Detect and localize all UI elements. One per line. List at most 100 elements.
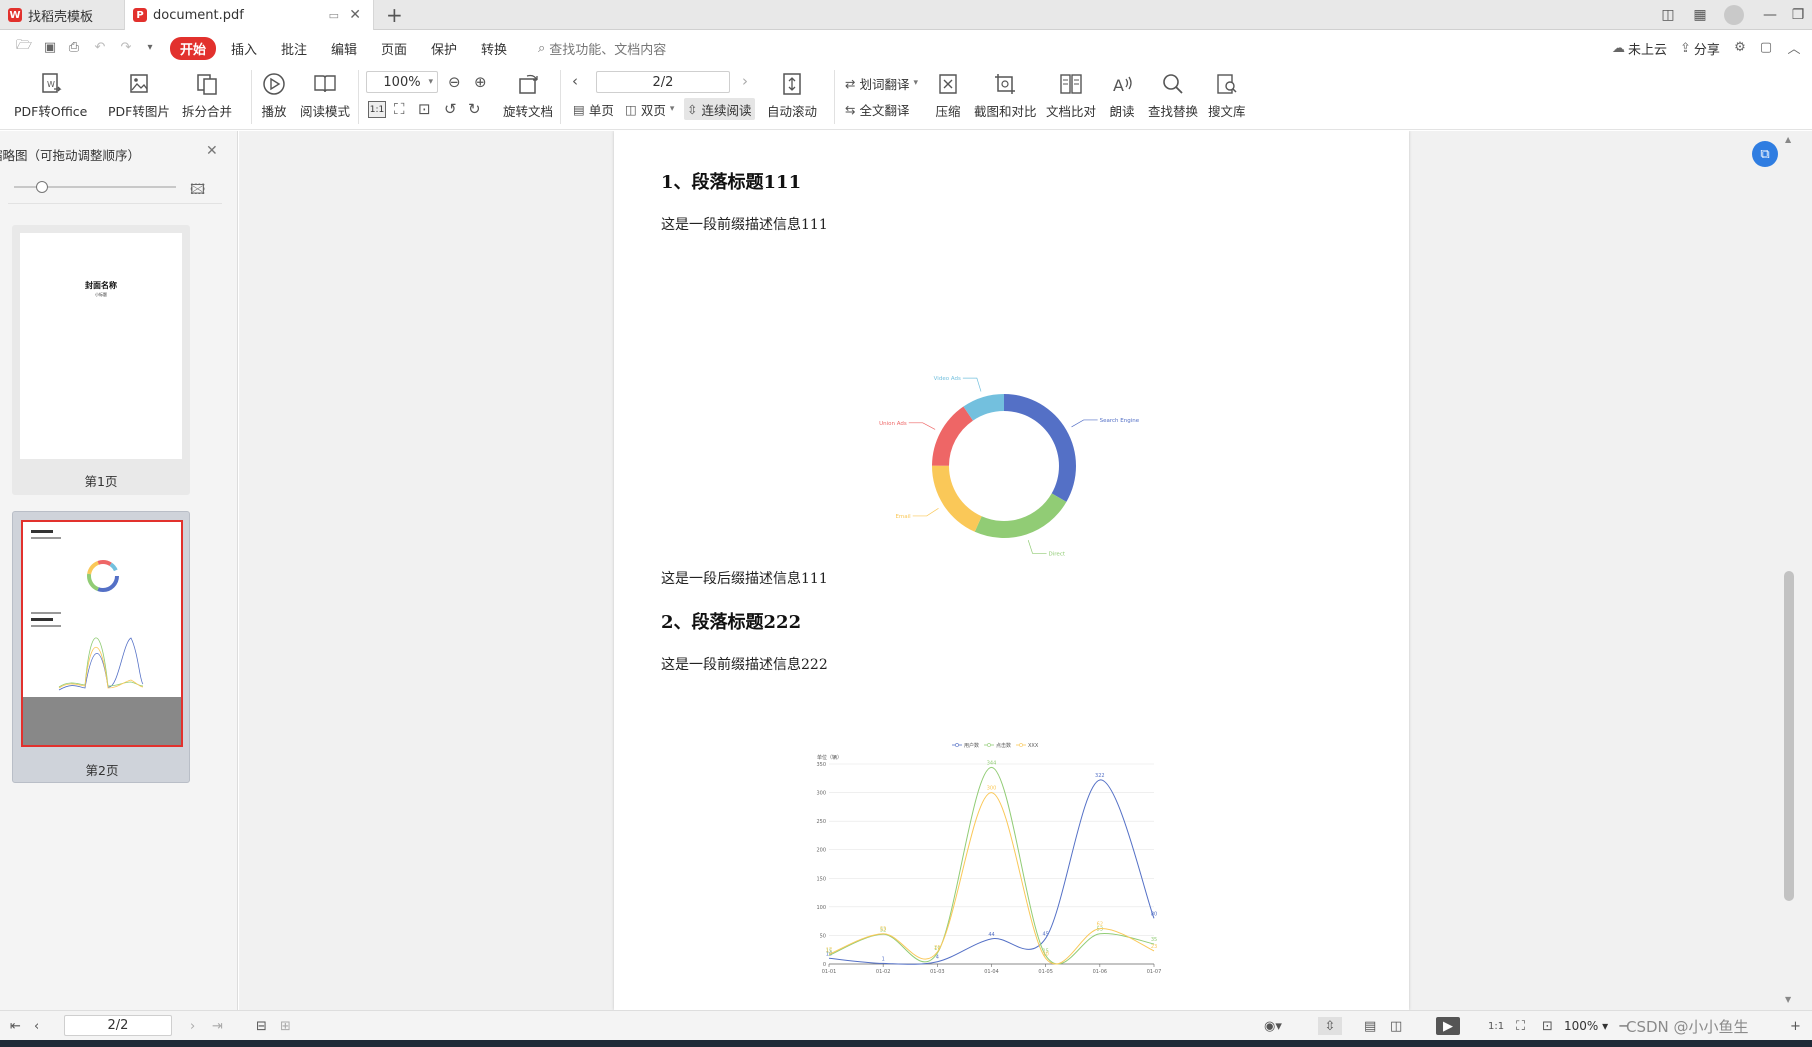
data-label: 300 <box>987 786 997 792</box>
slice-label: Video Ads <box>934 376 961 382</box>
undo-icon[interactable]: ↶ <box>92 40 108 55</box>
settings-icon[interactable]: ⚙ <box>1732 40 1748 55</box>
auto-scroll-button[interactable]: 自动滚动 <box>767 70 817 120</box>
menu-start[interactable]: 开始 <box>170 37 217 60</box>
avatar[interactable] <box>1716 0 1752 30</box>
compress-button[interactable]: 压缩 <box>934 70 962 120</box>
find-replace-button[interactable]: 查找替换 <box>1148 70 1198 120</box>
continuous-read-button[interactable]: ⇳ 连续阅读 <box>684 98 755 120</box>
double-page-mode-icon[interactable]: ◫ <box>1390 1017 1402 1035</box>
next-page-icon[interactable]: › <box>190 1017 195 1035</box>
monitor-icon[interactable]: ▭ <box>329 9 339 22</box>
double-page-label: 双页 <box>640 102 666 118</box>
play-button[interactable]: 播放 <box>260 70 288 120</box>
search-library-button[interactable]: 搜文库 <box>1208 70 1246 120</box>
pdf-to-image-button[interactable]: PDF转图片 <box>108 70 170 120</box>
fit-width-icon[interactable]: ⊡ <box>418 100 431 118</box>
fit-width-icon[interactable]: ⊡ <box>1542 1017 1553 1035</box>
play-icon[interactable]: ▶ <box>1436 1017 1460 1035</box>
zoom-select[interactable]: 100% ▾ <box>1564 1017 1608 1035</box>
search-box[interactable]: ⌕ 查找功能、文档内容 <box>538 39 666 58</box>
prev-page-icon[interactable]: ‹ <box>34 1017 39 1035</box>
print-icon[interactable]: ⎙ <box>66 40 82 55</box>
last-page-icon[interactable]: ⇥ <box>212 1017 223 1035</box>
screenshot-compare-button[interactable]: 截图和对比 <box>974 70 1037 120</box>
document-view[interactable]: 1、段落标题111 这是一段前缀描述信息111 Search Engine Dir… <box>239 131 1812 1010</box>
status-page-input[interactable]: 2/2 <box>64 1015 172 1036</box>
slider-handle[interactable] <box>36 181 48 193</box>
new-tab-button[interactable]: + <box>378 0 411 30</box>
eye-protection-icon[interactable]: ◉▾ <box>1264 1017 1282 1035</box>
single-page-mode-icon[interactable]: ▤ <box>1364 1017 1376 1035</box>
floating-tool-icon[interactable]: ⧉ <box>1752 141 1778 167</box>
data-label: 21 <box>934 945 940 951</box>
menu-edit[interactable]: 编辑 <box>331 39 357 58</box>
word-translate-button[interactable]: ⇄ 划词翻译 ▾ <box>842 72 921 94</box>
page-input[interactable]: 2/2 <box>596 71 730 93</box>
share-button[interactable]: ⇪ 分享 <box>1680 39 1720 58</box>
message-icon[interactable]: ▢ <box>1758 40 1774 55</box>
collapse-icon[interactable]: ︿ <box>1786 40 1802 57</box>
actual-size-icon[interactable]: 1:1 <box>368 101 386 118</box>
data-label: 80 <box>1151 911 1157 917</box>
title-bar: W 找稻壳模板 P document.pdf ▭ ✕ + ◫ ▦ — ❐ <box>0 0 1812 30</box>
open-icon[interactable]: 🗁 <box>16 38 32 54</box>
fit-page-icon[interactable]: ⛶ <box>1516 1017 1525 1035</box>
menu-page[interactable]: 页面 <box>381 39 407 58</box>
slice-label: Direct <box>1049 551 1066 557</box>
rotate-doc-button[interactable]: 旋转文档 <box>503 70 553 120</box>
save-icon[interactable]: ▣ <box>42 40 58 55</box>
scroll-thumb[interactable] <box>1784 571 1794 901</box>
customize-icon[interactable]: ▾ <box>142 40 158 54</box>
tab-document[interactable]: P document.pdf ▭ ✕ <box>124 0 374 30</box>
doc-compare-button[interactable]: 文档比对 <box>1046 70 1096 120</box>
zoom-in-icon[interactable]: + <box>1790 1017 1801 1035</box>
zoom-in-icon[interactable]: ⊕ <box>474 73 487 91</box>
scroll-up-icon[interactable]: ▲ <box>1785 135 1791 144</box>
cover-subtitle: 小标题 <box>95 292 107 297</box>
layout-icon[interactable]: ◫ <box>1650 0 1686 30</box>
redo-icon[interactable]: ↷ <box>118 40 134 55</box>
close-panel-icon[interactable]: ✕ <box>206 143 218 159</box>
single-page-button[interactable]: ▤ 单页 <box>570 98 617 120</box>
thumbnail-page-1[interactable]: 封面名称 小标题 第1页 <box>12 225 190 495</box>
divider <box>834 70 835 124</box>
continuous-mode-icon[interactable]: ⇳ <box>1318 1017 1342 1035</box>
full-translate-button[interactable]: ⇆ 全文翻译 <box>842 98 913 120</box>
search-library-label: 搜文库 <box>1208 104 1246 119</box>
prev-page-icon[interactable]: ‹ <box>572 72 578 90</box>
thumbnail-page-2[interactable]: 第2页 <box>12 511 190 783</box>
menu-protect[interactable]: 保护 <box>431 39 457 58</box>
grid-icon[interactable]: ▦ <box>1682 0 1718 30</box>
rotate-right-icon[interactable]: ↻ <box>468 100 481 118</box>
menu-insert[interactable]: 插入 <box>231 39 257 58</box>
line-chart: 用户数 点击数 XXX 单位（辆） 0 50 100 150 200 250 300 350 01-01… <box>816 742 1161 975</box>
rotate-left-icon[interactable]: ↺ <box>444 100 457 118</box>
fit-page-icon[interactable]: ⛶ <box>394 100 405 118</box>
back-icon[interactable]: ⊟ <box>256 1017 267 1035</box>
menu-comment[interactable]: 批注 <box>281 39 307 58</box>
pdf-icon: P <box>133 8 147 22</box>
split-merge-button[interactable]: 拆分合并 <box>182 70 232 120</box>
read-aloud-button[interactable]: A 朗读 <box>1108 70 1136 120</box>
first-page-icon[interactable]: ⇤ <box>10 1017 21 1035</box>
divider <box>358 70 359 124</box>
double-page-button[interactable]: ◫ 双页 ▾ <box>622 98 677 120</box>
split-merge-icon <box>193 70 221 98</box>
read-mode-button[interactable]: 阅读模式 <box>300 70 350 120</box>
vertical-scrollbar[interactable]: ▲ ▼ <box>1782 131 1798 1010</box>
scroll-down-icon[interactable]: ▼ <box>1785 995 1791 1004</box>
close-tab-icon[interactable]: ✕ <box>349 7 361 23</box>
restore-icon[interactable]: ❐ <box>1780 0 1812 30</box>
menu-convert[interactable]: 转换 <box>481 39 507 58</box>
next-page-icon[interactable]: › <box>742 72 748 90</box>
actual-size-icon[interactable]: 1:1 <box>1488 1017 1504 1035</box>
tab-template[interactable]: W 找稻壳模板 <box>0 0 122 30</box>
pdf-to-office-button[interactable]: W PDF转Office <box>14 70 87 120</box>
zoom-select[interactable]: 100% ▾ <box>366 71 438 93</box>
cloud-status[interactable]: ☁ 未上云 <box>1612 39 1667 58</box>
image-icon[interactable]: 🖾 <box>190 179 205 203</box>
double-page-icon: ◫ <box>625 101 637 117</box>
zoom-out-icon[interactable]: ⊖ <box>448 73 461 91</box>
forward-icon[interactable]: ⊞ <box>280 1017 291 1035</box>
